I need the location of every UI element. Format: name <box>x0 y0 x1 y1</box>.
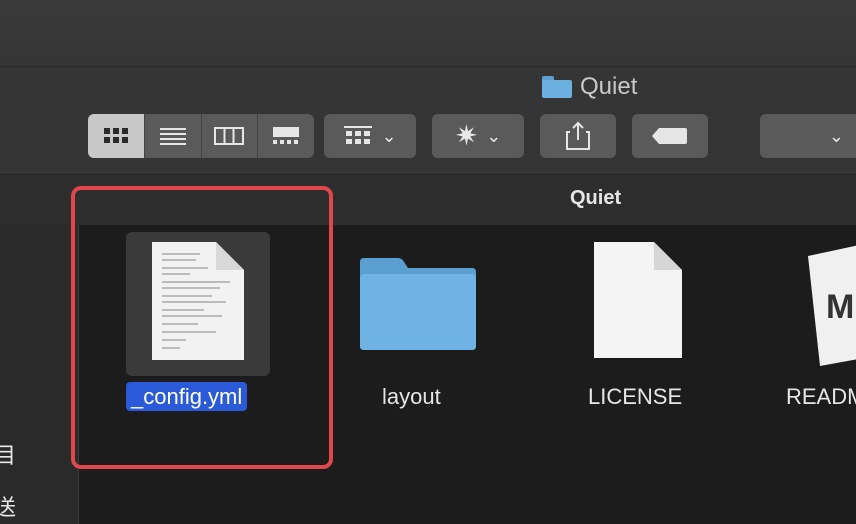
file-item-config[interactable]: _config.yml <box>126 382 248 411</box>
markdown-icon-letter: M <box>826 288 854 326</box>
text-document-icon[interactable] <box>150 240 246 362</box>
path-bar-title: Quiet <box>570 187 622 209</box>
chevron-down-icon: ⌄ <box>828 126 844 146</box>
sidebar-item-label[interactable]: 目 <box>0 438 16 470</box>
column-view-button[interactable] <box>202 114 259 158</box>
chevron-down-icon: ⌄ <box>486 126 502 146</box>
sidebar <box>0 224 79 524</box>
title-bar <box>0 0 856 66</box>
tag-icon <box>652 128 687 144</box>
sidebar-item-label[interactable]: 送 <box>0 490 16 522</box>
list-icon <box>159 128 186 145</box>
action-button[interactable]: ✷ ⌄ <box>432 114 524 158</box>
icon-view-button[interactable] <box>88 114 145 158</box>
file-name-label[interactable]: READM <box>786 384 856 410</box>
search-dropdown-button[interactable]: ⌄ <box>760 114 856 158</box>
blank-document-icon[interactable] <box>592 240 684 360</box>
window-title-text: Quiet <box>580 73 638 100</box>
group-grid-icon <box>344 126 373 144</box>
icon-grid-icon <box>103 128 128 143</box>
file-name-label[interactable]: LICENSE <box>588 384 682 410</box>
chevron-down-icon: ⌄ <box>381 126 397 146</box>
tags-button[interactable] <box>632 114 708 158</box>
markdown-document-icon[interactable]: M <box>804 244 856 366</box>
gallery-icon <box>273 127 300 144</box>
file-name-label[interactable]: layout <box>382 384 441 410</box>
list-view-button[interactable] <box>145 114 202 158</box>
share-button[interactable] <box>540 114 616 158</box>
gallery-view-button[interactable] <box>258 114 314 158</box>
group-by-button[interactable]: ⌄ <box>324 114 416 158</box>
folder-icon <box>542 76 572 98</box>
window-title: Quiet <box>542 72 637 102</box>
gear-icon: ✷ <box>454 120 479 151</box>
view-mode-control <box>88 114 314 158</box>
path-bar <box>0 174 856 226</box>
share-icon <box>566 121 590 150</box>
folder-icon[interactable] <box>358 256 478 352</box>
columns-icon <box>214 127 245 145</box>
file-name-label: _config.yml <box>126 382 248 411</box>
